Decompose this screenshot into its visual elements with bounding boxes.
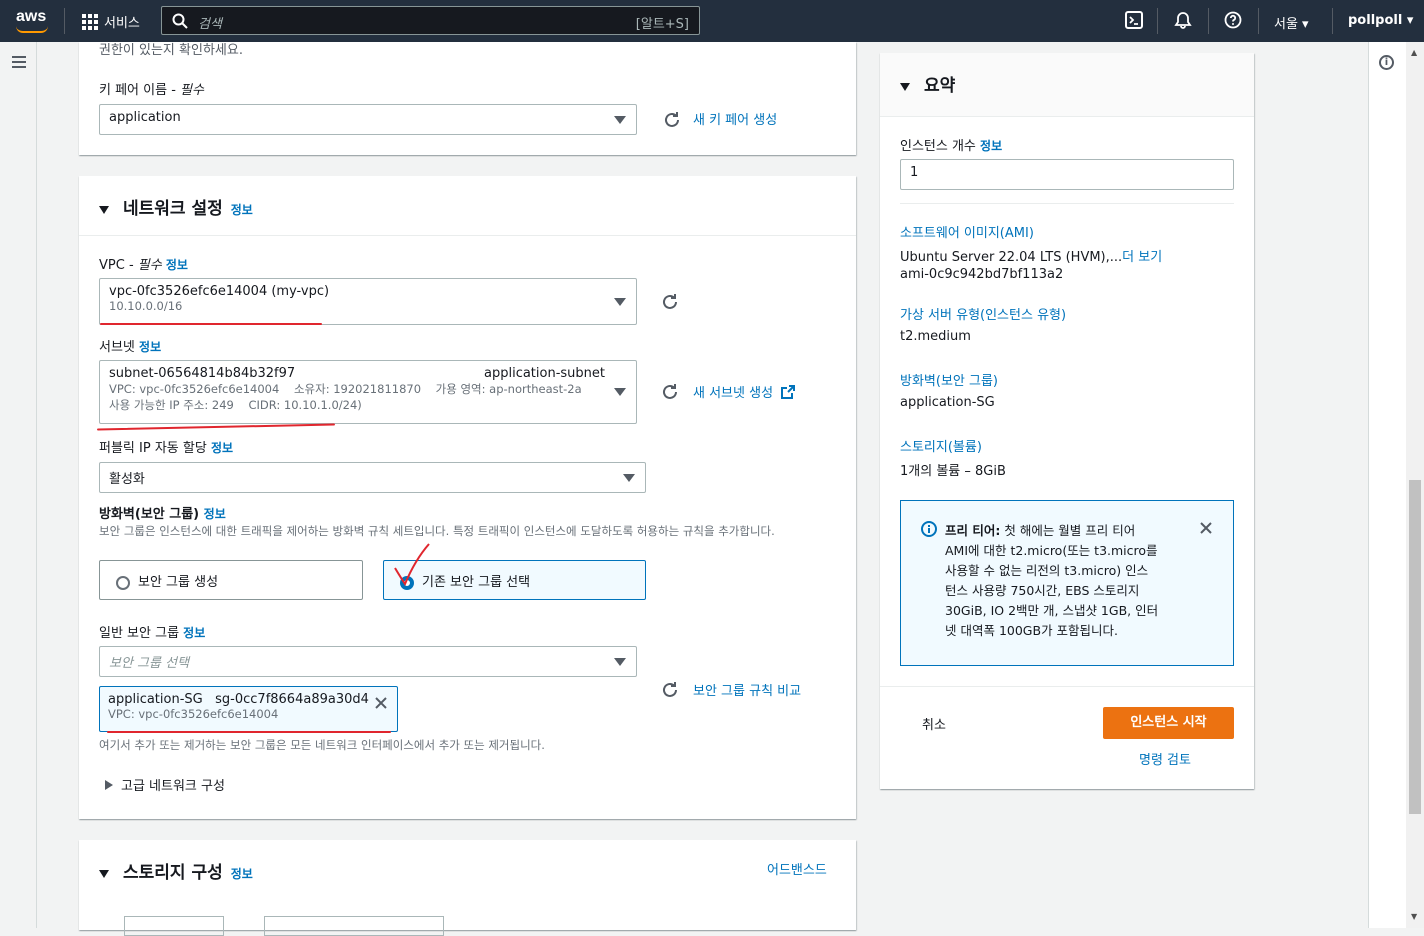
cloudshell-icon[interactable] bbox=[1125, 11, 1143, 29]
review-commands-link[interactable]: 명령 검토 bbox=[1139, 749, 1191, 768]
storage-panel: 스토리지 구성 정보 어드밴스드 bbox=[79, 840, 856, 936]
create-subnet-link[interactable]: 새 서브넷 생성 bbox=[693, 382, 796, 401]
vpc-label: VPC - 필수 정보 bbox=[99, 258, 188, 273]
create-keypair-link[interactable]: 새 키 페어 생성 bbox=[693, 109, 777, 128]
vpc-select[interactable]: vpc-0fc3526efc6e14004 (my-vpc) 10.10.0.0… bbox=[99, 278, 637, 325]
free-tier-title: 프리 티어: bbox=[945, 523, 1001, 538]
summary-ami-id: ami-0c9c942bd7bf113a2 bbox=[900, 267, 1064, 282]
summary-instance-type-link[interactable]: 가상 서버 유형(인스턴스 유형) bbox=[900, 304, 1066, 323]
storage-advanced-link[interactable]: 어드밴스드 bbox=[767, 859, 827, 878]
search-icon bbox=[172, 13, 188, 29]
summary-ami-link[interactable]: 소프트웨어 이미지(AMI) bbox=[900, 222, 1034, 241]
menu-icon[interactable] bbox=[12, 56, 26, 71]
close-icon[interactable] bbox=[1199, 521, 1213, 535]
summary-instance-type-value: t2.medium bbox=[900, 329, 971, 344]
radio-create-sg[interactable]: 보안 그룹 생성 bbox=[99, 560, 363, 600]
services-menu[interactable]: 서비스 bbox=[82, 12, 140, 31]
services-label: 서비스 bbox=[104, 16, 140, 31]
sg-note: 여기서 추가 또는 제거하는 보안 그룹은 모든 네트워크 인터페이스에서 추가… bbox=[99, 738, 545, 752]
external-link-icon bbox=[781, 385, 796, 399]
annotation-underline bbox=[100, 323, 322, 325]
refresh-icon[interactable] bbox=[662, 110, 682, 130]
instance-count-input[interactable]: 1 bbox=[900, 159, 1234, 190]
subnet-select[interactable]: subnet-06564814b84b32f97 application-subn… bbox=[99, 360, 637, 424]
aws-logo[interactable]: aws bbox=[16, 8, 48, 33]
summary-ami-value: Ubuntu Server 22.04 LTS (HVM),...더 보기 bbox=[900, 250, 1163, 265]
summary-panel: 요약 인스턴스 개수 정보 1 소프트웨어 이미지(AMI) Ubuntu Se… bbox=[880, 53, 1254, 789]
instance-count-label: 인스턴스 개수 정보 bbox=[900, 139, 1003, 154]
region-selector[interactable]: 서울 ▾ bbox=[1274, 13, 1309, 32]
launch-instance-button[interactable]: 인스턴스 시작 bbox=[1103, 707, 1234, 739]
network-header[interactable]: 네트워크 설정 정보 bbox=[99, 194, 253, 219]
help-icon[interactable] bbox=[1224, 11, 1242, 29]
sg-label: 일반 보안 그룹 정보 bbox=[99, 626, 206, 641]
keypair-label: 키 페어 이름 - 필수 bbox=[99, 83, 204, 98]
compare-sg-rules-link[interactable]: 보안 그룹 규칙 비교 bbox=[693, 680, 801, 699]
refresh-icon[interactable] bbox=[660, 680, 680, 700]
summary-firewall-link[interactable]: 방화벽(보안 그룹) bbox=[900, 370, 998, 389]
refresh-icon[interactable] bbox=[660, 292, 680, 312]
summary-storage-value: 1개의 볼륨 – 8GiB bbox=[900, 464, 1006, 479]
info-panel-icon[interactable]: i bbox=[1379, 55, 1394, 70]
summary-header[interactable]: 요약 bbox=[900, 71, 955, 96]
annotation-underline bbox=[107, 731, 391, 733]
storage-header[interactable]: 스토리지 구성 정보 bbox=[99, 858, 253, 883]
firewall-description: 보안 그룹은 인스턴스에 대한 트래픽을 제어하는 방화벽 규칙 세트입니다. … bbox=[99, 524, 775, 538]
search-input[interactable]: 검색 [알트+S] bbox=[161, 6, 700, 35]
ami-more-link[interactable]: 더 보기 bbox=[1122, 250, 1162, 265]
info-icon bbox=[921, 521, 937, 537]
page-scrollbar[interactable]: ▲ ▼ bbox=[1406, 42, 1424, 928]
public-ip-select[interactable]: 활성화 bbox=[99, 462, 646, 493]
free-tier-alert: 프리 티어: 첫 해에는 월별 프리 티어 AMI에 대한 t2.micro(또… bbox=[900, 500, 1234, 666]
search-shortcut: [알트+S] bbox=[635, 17, 689, 32]
subnet-label: 서브넷 정보 bbox=[99, 340, 162, 355]
bell-icon[interactable] bbox=[1174, 11, 1192, 29]
sg-token: application-SG sg-0cc7f8664a89a30d4 VPC:… bbox=[99, 686, 398, 732]
user-menu[interactable]: pollpoll ▾ bbox=[1348, 13, 1413, 28]
network-panel: 네트워크 설정 정보 VPC - 필수 정보 vpc-0fc3526efc6e14… bbox=[79, 176, 856, 819]
cancel-button[interactable]: 취소 bbox=[922, 714, 946, 733]
side-navigation bbox=[0, 42, 37, 928]
keypair-select[interactable]: application bbox=[99, 104, 637, 135]
search-placeholder: 검색 bbox=[198, 17, 222, 32]
help-panel-rail bbox=[1368, 42, 1406, 928]
annotation-underline bbox=[97, 423, 335, 431]
firewall-label: 방화벽(보안 그룹) 정보 bbox=[99, 507, 226, 522]
close-icon[interactable] bbox=[374, 696, 388, 710]
public-ip-label: 퍼블릭 IP 자동 할당 정보 bbox=[99, 441, 234, 456]
refresh-icon[interactable] bbox=[660, 382, 680, 402]
annotation-checkmark bbox=[394, 543, 430, 586]
keypair-partial-text: 권한이 있는지 확인하세요. bbox=[99, 43, 243, 58]
summary-storage-link[interactable]: 스토리지(볼륨) bbox=[900, 436, 982, 455]
summary-firewall-value: application-SG bbox=[900, 395, 995, 410]
advanced-network-toggle[interactable]: 고급 네트워크 구성 bbox=[105, 775, 225, 794]
sg-select[interactable]: 보안 그룹 선택 bbox=[99, 646, 637, 677]
top-navigation: aws 서비스 검색 [알트+S] 서울 ▾ pollpoll ▾ bbox=[0, 0, 1424, 42]
grid-icon bbox=[82, 13, 98, 30]
keypair-panel: 권한이 있는지 확인하세요. 키 페어 이름 - 필수 application … bbox=[79, 42, 856, 155]
radio-icon bbox=[116, 575, 130, 590]
